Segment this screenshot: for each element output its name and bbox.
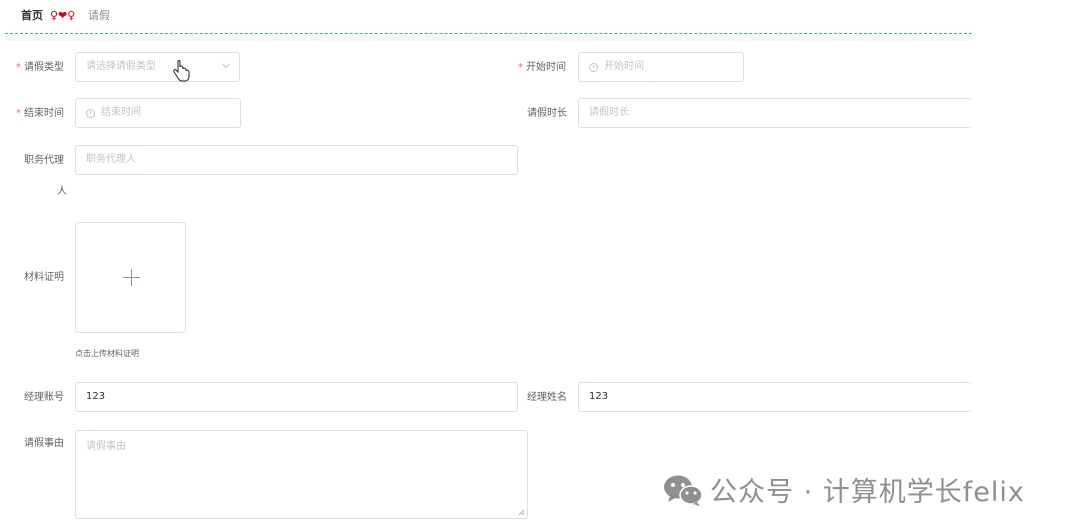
required-mark: * — [16, 62, 21, 73]
required-mark: * — [16, 108, 21, 119]
proxy-label-line2: 人 — [57, 186, 67, 197]
end-time-picker[interactable]: 结束时间 — [75, 98, 241, 128]
wechat-icon — [664, 475, 703, 506]
watermark-text: 公众号 · 计算机学长felix — [710, 477, 1025, 508]
duration-placeholder: 请假时长 — [589, 107, 629, 118]
proxy-placeholder: 职务代理人 — [86, 154, 136, 165]
divider — [5, 33, 972, 34]
upload-button[interactable] — [75, 222, 186, 333]
upload-hint: 点击上传材料证明 — [75, 349, 139, 358]
reason-label: 请假事由 — [24, 438, 64, 449]
hand-cursor-icon — [173, 60, 190, 82]
reason-placeholder: 请假事由 — [86, 441, 126, 452]
header-shadow — [5, 35, 972, 41]
breadcrumb-home[interactable]: 首页 — [21, 9, 43, 23]
manager-name-input[interactable]: 123 — [578, 382, 972, 412]
manager-account-input[interactable]: 123 — [75, 382, 518, 412]
manager-name-value: 123 — [589, 391, 609, 402]
manager-account-value: 123 — [86, 391, 106, 402]
manager-account-label: 经理账号 — [24, 392, 64, 403]
clock-icon — [589, 62, 598, 72]
leave-type-label: * 请假类型 — [16, 62, 64, 73]
reason-textarea[interactable]: 请假事由 — [75, 430, 528, 519]
breadcrumb: 首页 ♀❤♀ 请假 — [0, 0, 972, 34]
required-mark: * — [518, 62, 523, 73]
end-time-placeholder: 结束时间 — [101, 107, 141, 118]
watermark: 公众号 · 计算机学长felix — [662, 470, 1025, 509]
start-time-picker[interactable]: 开始时间 — [578, 52, 744, 82]
start-time-placeholder: 开始时间 — [604, 61, 644, 72]
resize-handle-icon[interactable] — [518, 509, 525, 516]
start-time-label: * 开始时间 — [518, 62, 566, 73]
clock-icon — [86, 108, 95, 118]
manager-name-label: 经理姓名 — [527, 392, 567, 403]
end-time-label: * 结束时间 — [16, 108, 64, 119]
leave-type-placeholder: 请选择请假类型 — [86, 61, 156, 72]
chevron-down-icon — [221, 59, 231, 69]
duration-label: 请假时长 — [527, 108, 567, 119]
plus-icon — [131, 269, 132, 286]
duration-input[interactable]: 请假时长 — [578, 98, 972, 128]
breadcrumb-separator: ♀❤♀ — [50, 9, 76, 22]
material-label: 材料证明 — [24, 272, 64, 283]
breadcrumb-current: 请假 — [88, 9, 110, 22]
proxy-label: 职务代理 — [24, 155, 64, 166]
proxy-input[interactable]: 职务代理人 — [75, 145, 518, 175]
leave-type-select[interactable]: 请选择请假类型 — [75, 52, 240, 82]
